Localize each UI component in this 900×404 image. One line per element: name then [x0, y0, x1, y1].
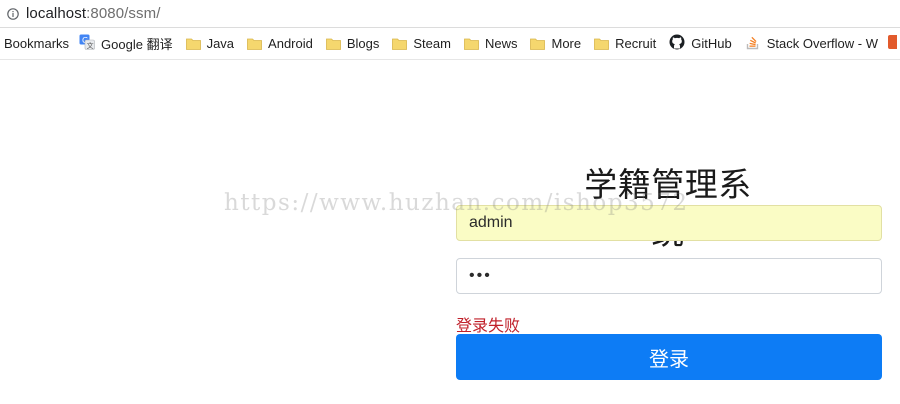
error-message: 登录失败: [456, 316, 521, 335]
bookmark-google-translate[interactable]: G 文 Google 翻译: [79, 34, 173, 53]
bookmark-overflow-icon[interactable]: [887, 34, 900, 53]
password-field[interactable]: [456, 258, 882, 294]
bookmark-github[interactable]: GitHub: [669, 34, 732, 53]
bookmark-folder-blogs[interactable]: Blogs: [325, 36, 380, 51]
bookmark-label: News: [484, 36, 518, 51]
bookmark-label: More: [551, 36, 582, 51]
bookmark-folder-android[interactable]: Android: [247, 36, 313, 51]
bookmark-stackoverflow[interactable]: Stack Overflow - W: [745, 34, 878, 53]
bookmarks-bar: Bookmarks G 文 Google 翻译 Java Android Blo…: [0, 28, 900, 60]
address-bar[interactable]: localhost:8080/ssm/: [0, 0, 900, 28]
bookmark-folder-java[interactable]: Java: [185, 36, 235, 51]
bookmark-folder-news[interactable]: News: [464, 36, 518, 51]
bookmark-label: Blogs: [346, 36, 380, 51]
bookmarks-label[interactable]: Bookmarks: [4, 36, 69, 51]
info-icon[interactable]: [7, 7, 19, 20]
bookmark-label: Recruit: [615, 36, 657, 51]
stackoverflow-icon: [745, 34, 761, 53]
folder-icon: [594, 37, 610, 50]
login-button-label: 登录: [649, 346, 689, 371]
username-field[interactable]: [456, 205, 882, 241]
folder-icon: [247, 37, 262, 50]
bookmark-label: Java: [206, 36, 235, 51]
bookmark-folder-more[interactable]: More: [530, 36, 581, 51]
bookmark-label: Steam: [413, 36, 451, 51]
url-host: localhost: [26, 5, 87, 22]
url-text[interactable]: localhost:8080/ssm/: [26, 5, 160, 22]
bookmark-label: Android: [268, 36, 313, 51]
folder-icon: [325, 37, 341, 50]
github-icon: [669, 34, 685, 53]
url-path: :8080/ssm/: [86, 5, 161, 22]
bookmark-label: Stack Overflow - W: [766, 36, 879, 51]
svg-text:文: 文: [87, 41, 94, 50]
bookmark-label: GitHub: [691, 36, 732, 51]
bookmark-label: Google 翻译: [101, 37, 173, 52]
folder-icon: [185, 37, 201, 50]
folder-icon: [464, 37, 479, 50]
folder-icon: [392, 37, 408, 50]
login-button[interactable]: 登录: [456, 334, 882, 380]
bookmark-folder-recruit[interactable]: Recruit: [594, 36, 656, 51]
folder-icon: [530, 37, 546, 50]
google-translate-icon: G 文: [79, 34, 95, 53]
bookmark-folder-steam[interactable]: Steam: [392, 36, 451, 51]
